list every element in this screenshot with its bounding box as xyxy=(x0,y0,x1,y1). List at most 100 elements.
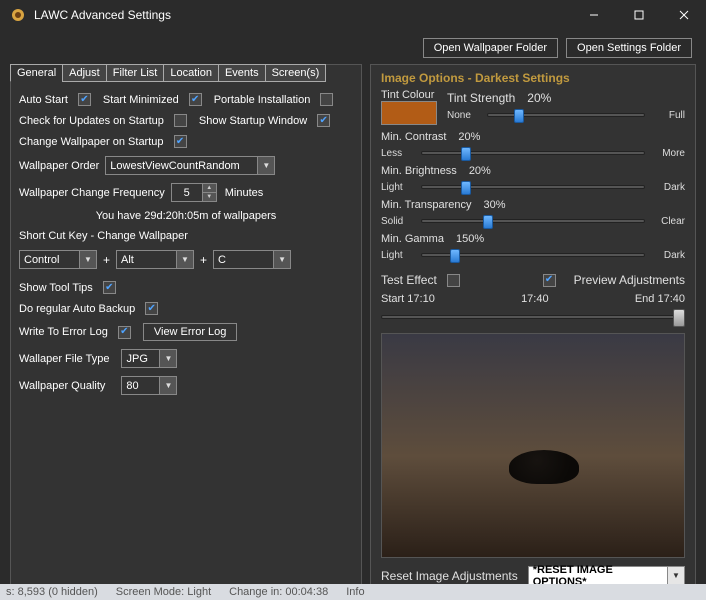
show-startup-label: Show Startup Window xyxy=(199,115,307,127)
time-start-label: Start 17:10 xyxy=(381,293,435,305)
tint-strength-value: 20% xyxy=(527,91,551,105)
spinner-down-icon[interactable]: ▼ xyxy=(202,193,216,201)
spinner-up-icon[interactable]: ▲ xyxy=(202,184,216,193)
gamma-value: 150% xyxy=(456,233,484,245)
preview-adjustments-checkbox[interactable] xyxy=(543,274,556,287)
start-minimized-label: Start Minimized xyxy=(103,94,179,106)
time-slider-thumb[interactable] xyxy=(673,309,685,327)
brightness-label: Min. Brightness xyxy=(381,165,457,177)
status-info: Info xyxy=(346,586,364,598)
titlebar: LAWC Advanced Settings xyxy=(0,0,706,30)
view-error-log-button[interactable]: View Error Log xyxy=(143,323,238,341)
status-bar: s: 8,593 (0 hidden) Screen Mode: Light C… xyxy=(0,584,706,600)
shortcut-mod1-select[interactable]: Control xyxy=(19,250,97,269)
brightness-value: 20% xyxy=(469,165,491,177)
tint-strength-label: Tint Strength xyxy=(447,91,515,105)
write-error-log-checkbox[interactable] xyxy=(118,326,131,339)
change-frequency-unit: Minutes xyxy=(225,187,264,199)
app-icon xyxy=(10,7,26,23)
tint-colour-swatch[interactable] xyxy=(381,101,437,125)
show-tooltips-checkbox[interactable] xyxy=(103,281,116,294)
auto-start-label: Auto Start xyxy=(19,94,68,106)
wallpaper-order-select[interactable]: LowestViewCountRandom xyxy=(105,156,275,175)
shortcut-mod2-select[interactable]: Alt xyxy=(116,250,194,269)
status-change-in: Change in: 00:04:38 xyxy=(229,586,328,598)
close-button[interactable] xyxy=(661,0,706,30)
tab-events[interactable]: Events xyxy=(218,64,266,82)
transparency-value: 30% xyxy=(483,199,505,211)
plus-icon: + xyxy=(103,253,110,267)
image-options-title: Image Options - Darkest Settings xyxy=(381,71,685,85)
contrast-value: 20% xyxy=(458,131,480,143)
gamma-max-label: Dark xyxy=(651,250,685,261)
check-updates-checkbox[interactable] xyxy=(174,114,187,127)
change-frequency-input[interactable] xyxy=(172,184,202,201)
quality-label: Wallpaper Quality xyxy=(19,380,105,392)
contrast-label: Min. Contrast xyxy=(381,131,446,143)
tint-max-label: Full xyxy=(651,110,685,121)
reset-adjustments-label: Reset Image Adjustments xyxy=(381,569,518,583)
plus-icon-2: + xyxy=(200,253,207,267)
auto-backup-label: Do regular Auto Backup xyxy=(19,303,135,315)
tint-colour-label: Tint Colour xyxy=(381,89,437,101)
transparency-max-label: Clear xyxy=(651,216,685,227)
reset-options-select[interactable]: *RESET IMAGE OPTIONS* xyxy=(528,566,685,585)
change-frequency-label: Wallpaper Change Frequency xyxy=(19,187,165,199)
transparency-min-label: Solid xyxy=(381,216,415,227)
check-updates-label: Check for Updates on Startup xyxy=(19,115,164,127)
time-slider[interactable] xyxy=(381,307,685,327)
transparency-label: Min. Transparency xyxy=(381,199,471,211)
tab-filter-list[interactable]: Filter List xyxy=(106,64,165,82)
tab-location[interactable]: Location xyxy=(163,64,219,82)
transparency-slider[interactable] xyxy=(421,213,645,229)
tint-strength-slider[interactable] xyxy=(487,107,645,123)
shortcut-key-select[interactable]: C xyxy=(213,250,291,269)
topbar: Open Wallpaper Folder Open Settings Fold… xyxy=(0,30,706,64)
tint-min-label: None xyxy=(447,110,481,121)
file-type-label: Wallaper File Type xyxy=(19,353,109,365)
wallpaper-preview xyxy=(381,333,685,558)
open-settings-folder-button[interactable]: Open Settings Folder xyxy=(566,38,692,58)
time-end-label: End 17:40 xyxy=(635,293,685,305)
portable-installation-label: Portable Installation xyxy=(214,94,311,106)
portable-installation-checkbox[interactable] xyxy=(320,93,333,106)
change-frequency-spinner[interactable]: ▲▼ xyxy=(171,183,217,202)
file-type-select[interactable]: JPG xyxy=(121,349,177,368)
general-tab-body: Auto Start Start Minimized Portable Inst… xyxy=(11,83,361,591)
tab-screens[interactable]: Screen(s) xyxy=(265,64,327,82)
minimize-button[interactable] xyxy=(571,0,616,30)
left-panel: General Adjust Filter List Location Even… xyxy=(10,64,362,592)
write-error-log-label: Write To Error Log xyxy=(19,326,108,338)
tab-adjust[interactable]: Adjust xyxy=(62,64,107,82)
test-effect-label: Test Effect xyxy=(381,273,437,287)
gamma-slider[interactable] xyxy=(421,247,645,263)
quality-select[interactable]: 80 xyxy=(121,376,177,395)
gamma-label: Min. Gamma xyxy=(381,233,444,245)
app-window: LAWC Advanced Settings Open Wallpaper Fo… xyxy=(0,0,706,600)
content-area: General Adjust Filter List Location Even… xyxy=(0,64,706,600)
auto-start-checkbox[interactable] xyxy=(78,93,91,106)
right-panel: Image Options - Darkest Settings Tint Co… xyxy=(370,64,696,592)
maximize-button[interactable] xyxy=(616,0,661,30)
shortcut-section-title: Short Cut Key - Change Wallpaper xyxy=(19,230,353,242)
open-wallpaper-folder-button[interactable]: Open Wallpaper Folder xyxy=(423,38,558,58)
status-screen-mode: Screen Mode: Light xyxy=(116,586,211,598)
change-wallpaper-startup-label: Change Wallpaper on Startup xyxy=(19,136,164,148)
contrast-min-label: Less xyxy=(381,148,415,159)
brightness-slider[interactable] xyxy=(421,179,645,195)
brightness-max-label: Dark xyxy=(651,182,685,193)
wallpaper-duration-text: You have 29d:20h:05m of wallpapers xyxy=(96,210,277,222)
change-wallpaper-startup-checkbox[interactable] xyxy=(174,135,187,148)
wallpaper-order-label: Wallpaper Order xyxy=(19,160,99,172)
tabs: General Adjust Filter List Location Even… xyxy=(10,64,360,82)
preview-adjustments-label: Preview Adjustments xyxy=(574,273,685,287)
brightness-min-label: Light xyxy=(381,182,415,193)
tab-general[interactable]: General xyxy=(10,64,63,82)
show-startup-checkbox[interactable] xyxy=(317,114,330,127)
auto-backup-checkbox[interactable] xyxy=(145,302,158,315)
show-tooltips-label: Show Tool Tips xyxy=(19,282,93,294)
contrast-max-label: More xyxy=(651,148,685,159)
start-minimized-checkbox[interactable] xyxy=(189,93,202,106)
contrast-slider[interactable] xyxy=(421,145,645,161)
test-effect-checkbox[interactable] xyxy=(447,274,460,287)
